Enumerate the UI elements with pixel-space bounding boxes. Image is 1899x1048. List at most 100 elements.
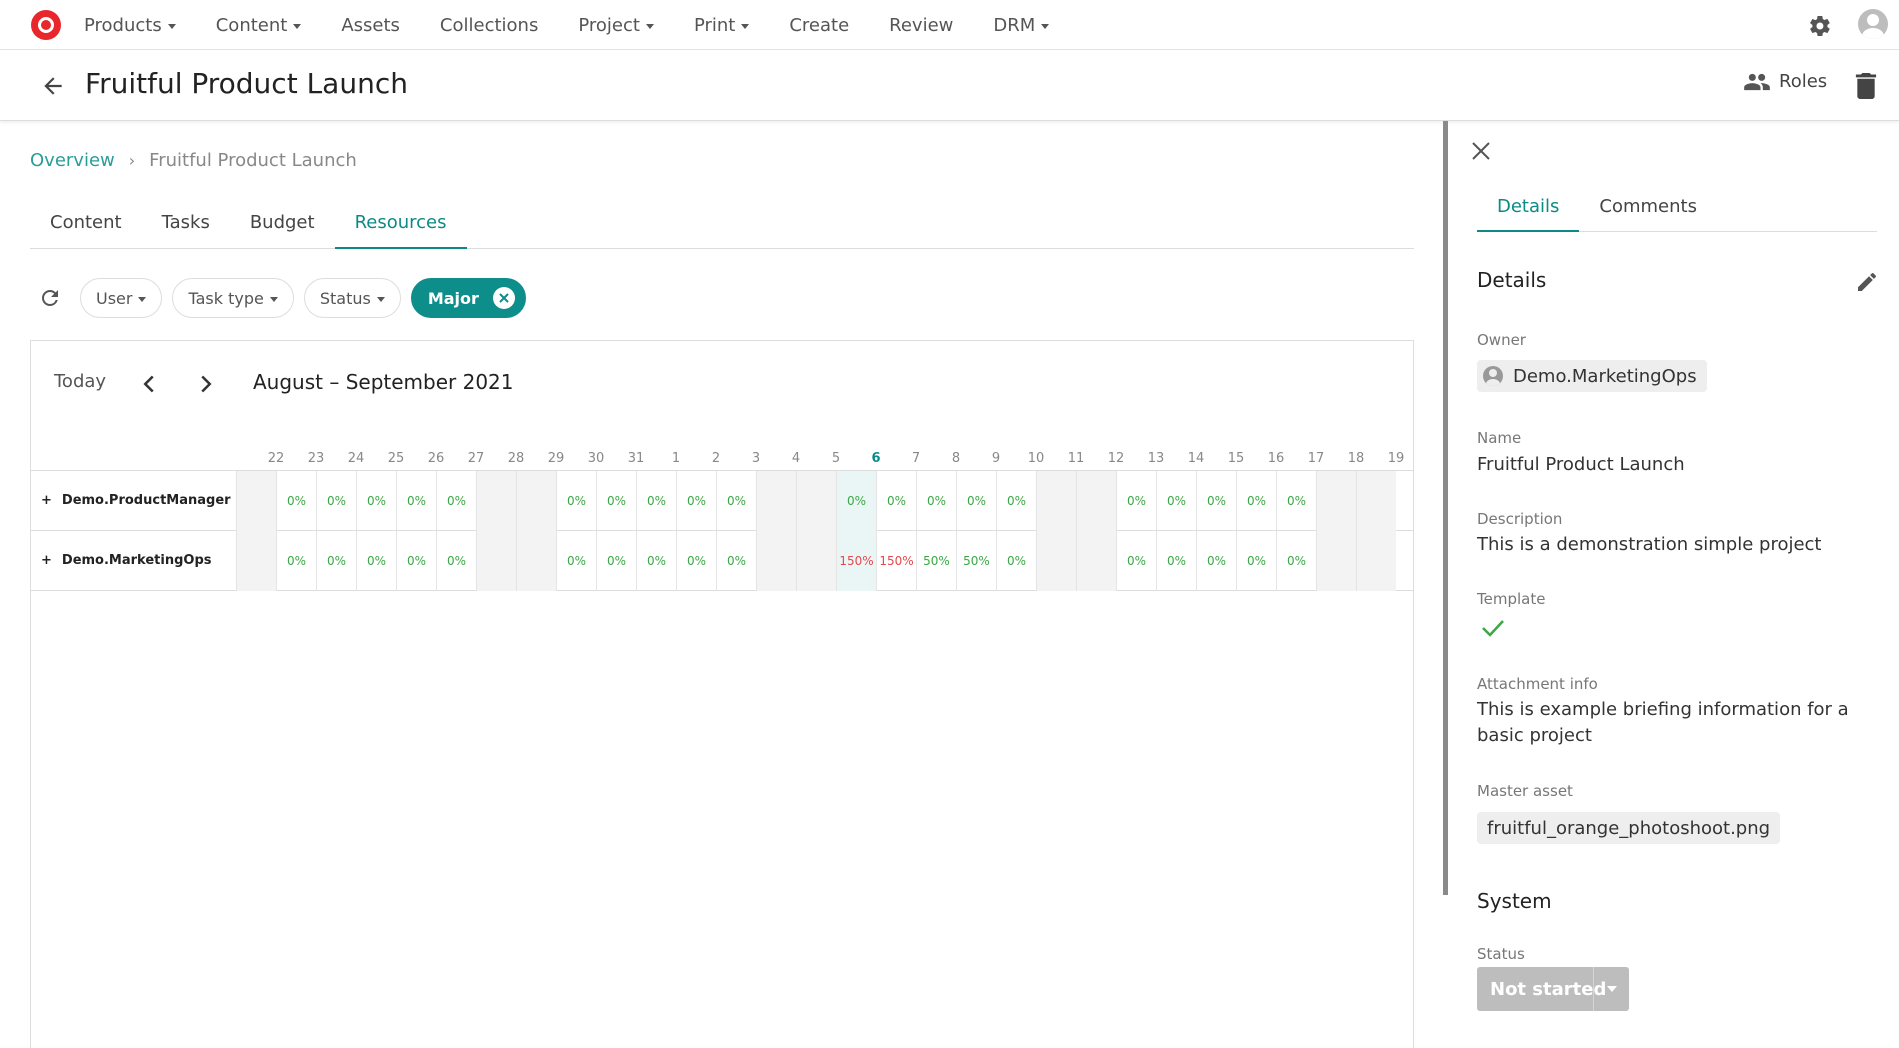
allocation-cell[interactable] — [796, 531, 836, 591]
tab-tasks[interactable]: Tasks — [142, 200, 230, 249]
allocation-cell[interactable] — [516, 471, 556, 531]
nav-item-products[interactable]: Products — [84, 15, 176, 36]
chevron-left-icon[interactable] — [141, 374, 157, 394]
today-button[interactable]: Today — [54, 371, 106, 392]
allocation-cell[interactable]: 0% — [356, 531, 396, 591]
allocation-cell[interactable] — [1076, 531, 1116, 591]
refresh-icon[interactable] — [38, 286, 62, 310]
allocation-cell[interactable]: 0% — [956, 471, 996, 531]
close-icon[interactable] — [1470, 140, 1492, 162]
brand-logo-icon[interactable] — [31, 10, 61, 40]
trash-icon[interactable] — [1855, 73, 1877, 99]
allocation-cell[interactable]: 0% — [556, 531, 596, 591]
allocation-cell[interactable] — [756, 471, 796, 531]
allocation-cell[interactable] — [516, 531, 556, 591]
nav-item-review[interactable]: Review — [889, 15, 953, 36]
allocation-cell[interactable]: 0% — [316, 531, 356, 591]
tab-resources[interactable]: Resources — [334, 200, 467, 249]
allocation-cell[interactable]: 0% — [716, 471, 756, 531]
allocation-cell[interactable]: 50% — [916, 531, 956, 591]
allocation-cell[interactable]: 0% — [1156, 471, 1196, 531]
allocation-cell[interactable] — [1356, 531, 1396, 591]
allocation-cell[interactable]: 0% — [1236, 531, 1276, 591]
allocation-cell[interactable]: 0% — [876, 471, 916, 531]
major-filter-chip[interactable]: Major — [410, 278, 526, 318]
breadcrumb-overview-link[interactable]: Overview — [30, 150, 115, 171]
user-filter-dropdown[interactable]: User — [80, 278, 163, 318]
allocation-cell[interactable]: 0% — [596, 531, 636, 591]
allocation-cell[interactable] — [1316, 531, 1356, 591]
status-dropdown[interactable]: Not started — [1477, 967, 1629, 1011]
allocation-cell[interactable] — [476, 471, 516, 531]
owner-chip[interactable]: Demo.MarketingOps — [1477, 360, 1707, 392]
allocation-cell[interactable]: 0% — [836, 471, 876, 531]
allocation-cell[interactable]: 0% — [676, 471, 716, 531]
tab-details[interactable]: Details — [1477, 190, 1580, 232]
back-arrow-icon[interactable] — [40, 73, 66, 99]
allocation-cell[interactable]: 0% — [1196, 531, 1236, 591]
allocation-cell[interactable] — [236, 471, 276, 531]
expand-icon[interactable]: + — [41, 553, 52, 568]
allocation-cell[interactable]: 0% — [316, 471, 356, 531]
allocation-cell[interactable]: 0% — [1196, 471, 1236, 531]
allocation-cell[interactable]: 0% — [596, 471, 636, 531]
allocation-cell[interactable]: 0% — [396, 471, 436, 531]
allocation-cell[interactable]: 50% — [956, 531, 996, 591]
gear-icon[interactable] — [1808, 14, 1832, 38]
resource-row-name[interactable]: + Demo.ProductManager — [41, 493, 231, 508]
tab-budget[interactable]: Budget — [230, 200, 335, 249]
task-type-filter-dropdown[interactable]: Task type — [172, 278, 294, 318]
caret-down-icon[interactable] — [1593, 967, 1629, 1011]
allocation-cell[interactable]: 0% — [996, 471, 1036, 531]
allocation-cell[interactable]: 0% — [276, 531, 316, 591]
allocation-cell[interactable]: 0% — [556, 471, 596, 531]
allocation-cell[interactable]: 0% — [436, 471, 476, 531]
panel-resize-handle[interactable] — [1443, 121, 1448, 895]
tab-comments[interactable]: Comments — [1579, 190, 1717, 232]
allocation-cell[interactable] — [1356, 471, 1396, 531]
nav-item-collections[interactable]: Collections — [440, 15, 538, 36]
nav-item-assets[interactable]: Assets — [341, 15, 400, 36]
allocation-cell[interactable]: 0% — [636, 471, 676, 531]
allocation-cell[interactable]: 0% — [276, 471, 316, 531]
allocation-cell[interactable]: 0% — [436, 531, 476, 591]
allocation-cell[interactable]: 0% — [1116, 471, 1156, 531]
allocation-cell[interactable]: 150% — [876, 531, 916, 591]
allocation-cell[interactable]: 0% — [1156, 531, 1196, 591]
allocation-cell[interactable]: 0% — [1276, 531, 1316, 591]
nav-item-create[interactable]: Create — [789, 15, 849, 36]
resource-row-name[interactable]: + Demo.MarketingOps — [41, 553, 212, 568]
expand-icon[interactable]: + — [41, 493, 52, 508]
allocation-cell[interactable] — [1036, 531, 1076, 591]
allocation-cell[interactable]: 150% — [836, 531, 876, 591]
master-asset-chip[interactable]: fruitful_orange_photoshoot.png — [1477, 812, 1781, 844]
nav-item-content[interactable]: Content — [216, 15, 302, 36]
nav-item-project[interactable]: Project — [578, 15, 654, 36]
remove-filter-icon[interactable] — [492, 287, 515, 309]
allocation-cell[interactable] — [476, 531, 516, 591]
allocation-cell[interactable]: 0% — [1236, 471, 1276, 531]
allocation-cell[interactable]: 0% — [396, 531, 436, 591]
tab-content[interactable]: Content — [30, 200, 142, 249]
pencil-icon[interactable] — [1855, 270, 1879, 294]
allocation-cell[interactable] — [1036, 471, 1076, 531]
allocation-cell[interactable]: 0% — [636, 531, 676, 591]
nav-item-drm[interactable]: DRM — [993, 15, 1050, 36]
allocation-cell[interactable]: 0% — [716, 531, 756, 591]
roles-button[interactable]: Roles — [1743, 71, 1827, 92]
allocation-cell[interactable] — [236, 531, 276, 591]
allocation-cell[interactable] — [1076, 471, 1116, 531]
allocation-cell[interactable]: 0% — [1276, 471, 1316, 531]
allocation-cell[interactable]: 0% — [996, 531, 1036, 591]
chevron-right-icon[interactable] — [198, 374, 214, 394]
user-avatar-icon[interactable] — [1858, 9, 1888, 39]
allocation-cell[interactable]: 0% — [916, 471, 956, 531]
allocation-cell[interactable] — [1316, 471, 1356, 531]
nav-item-print[interactable]: Print — [694, 15, 750, 36]
allocation-cell[interactable]: 0% — [676, 531, 716, 591]
allocation-cell[interactable] — [756, 531, 796, 591]
status-filter-dropdown[interactable]: Status — [303, 278, 401, 318]
allocation-cell[interactable]: 0% — [1116, 531, 1156, 591]
allocation-cell[interactable]: 0% — [356, 471, 396, 531]
allocation-cell[interactable] — [796, 471, 836, 531]
